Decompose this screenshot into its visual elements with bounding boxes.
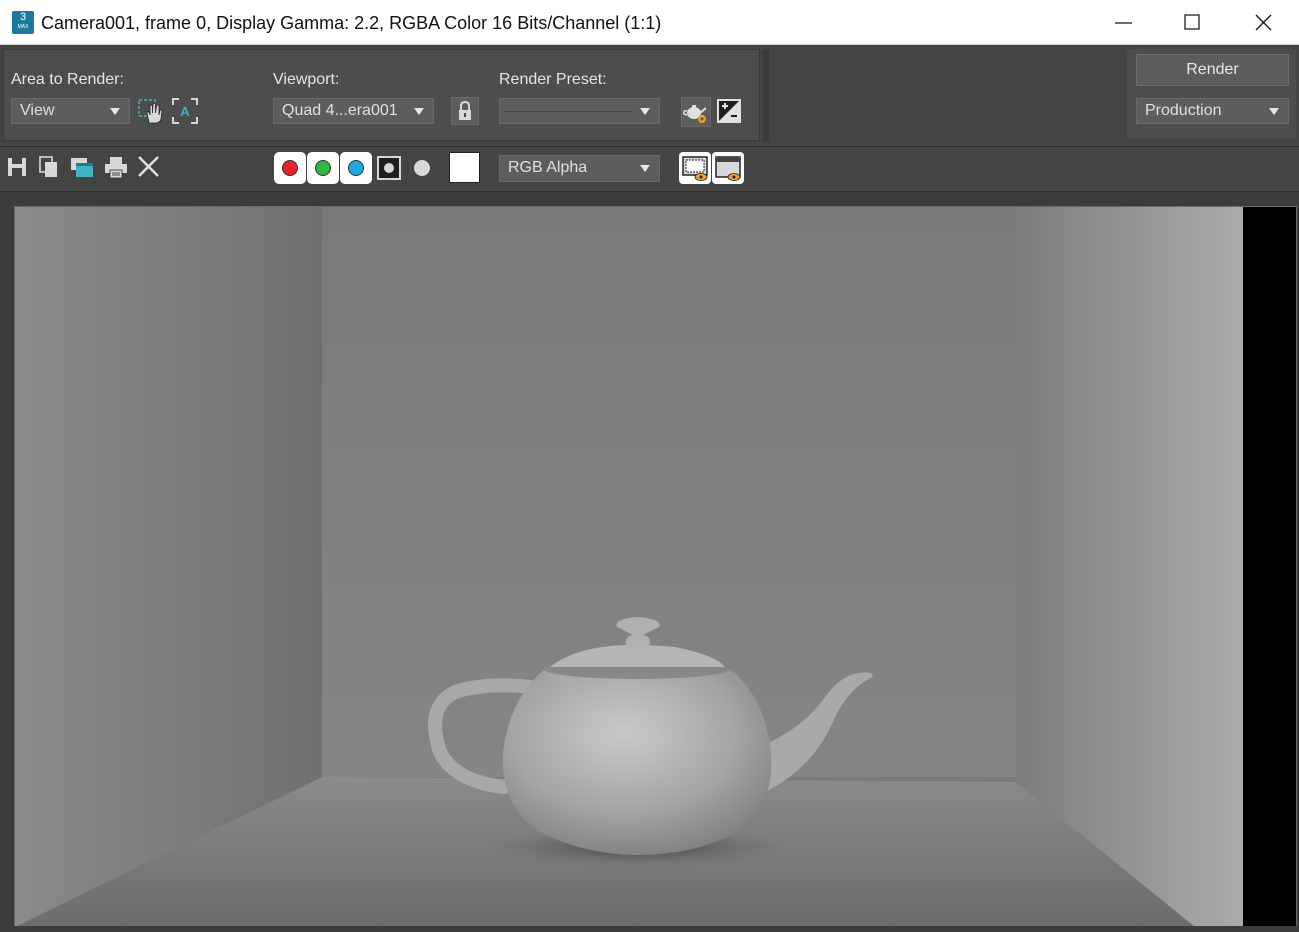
edit-region-hand-icon: [138, 99, 163, 124]
save-image-button[interactable]: [4, 154, 34, 184]
render-setup-button[interactable]: [681, 97, 711, 127]
chevron-down-icon: [110, 108, 120, 115]
close-window-button[interactable]: [1229, 0, 1299, 45]
green-channel-toggle[interactable]: [307, 152, 339, 184]
svg-text:A: A: [180, 104, 190, 119]
app-icon-sub: MAX: [17, 24, 29, 30]
blue-channel-toggle[interactable]: [340, 152, 372, 184]
chevron-down-icon: [640, 108, 650, 115]
monochrome-toggle[interactable]: [409, 154, 437, 182]
maximize-button[interactable]: [1158, 0, 1228, 45]
window-eye-icon: [715, 156, 741, 181]
rendered-teapot-image: [15, 207, 1296, 927]
minimize-icon: [1115, 22, 1132, 24]
auto-region-button[interactable]: A: [171, 97, 199, 125]
chevron-down-icon: [1269, 108, 1279, 115]
copy-icon: [39, 156, 57, 177]
clone-window-button[interactable]: [68, 154, 98, 184]
empty-preset-line: [504, 111, 631, 112]
chevron-down-icon: [640, 165, 650, 172]
red-channel-toggle[interactable]: [274, 152, 306, 184]
copy-image-button[interactable]: [36, 154, 66, 184]
toggle-ui-overlays-button[interactable]: [679, 152, 711, 184]
clear-color-swatch[interactable]: [449, 152, 480, 183]
chevron-down-icon: [414, 108, 424, 115]
render-options-group: [3, 49, 760, 141]
render-mode-value: Production: [1145, 102, 1222, 119]
channel-display-value: RGB Alpha: [508, 159, 588, 176]
app-icon-number: 3: [19, 11, 27, 23]
edit-region-button[interactable]: [137, 97, 165, 125]
lock-icon: [459, 100, 471, 120]
close-icon: [1255, 14, 1272, 31]
minimize-button[interactable]: [1089, 0, 1159, 45]
monochrome-dot-icon: [414, 160, 430, 176]
window-title: Camera001, frame 0, Display Gamma: 2.2, …: [41, 13, 662, 33]
printer-icon: [105, 157, 127, 179]
bottom-border: [0, 926, 1299, 931]
viewport-label: Viewport:: [273, 71, 340, 88]
print-image-button[interactable]: [102, 154, 132, 184]
blue-channel-icon: [348, 160, 364, 176]
maximize-icon: [1184, 14, 1200, 30]
area-to-render-value: View: [20, 102, 55, 119]
teapot-settings-icon: [683, 105, 707, 123]
viewport-dropdown[interactable]: Quad 4...era001: [273, 98, 434, 124]
channel-display-dropdown[interactable]: RGB Alpha: [499, 155, 660, 182]
exposure-icon: [717, 99, 741, 123]
clear-image-button[interactable]: [136, 154, 166, 184]
auto-region-icon: A: [172, 98, 198, 124]
lock-viewport-button[interactable]: [451, 97, 479, 125]
environment-exposure-button[interactable]: [716, 98, 742, 124]
render-preset-label: Render Preset:: [499, 71, 607, 88]
rendered-frame-viewport[interactable]: [14, 206, 1297, 928]
ui-overlay-icon: [682, 156, 708, 181]
alpha-channel-icon: [377, 156, 401, 180]
app-3dsmax-icon: 3 MAX: [12, 11, 34, 34]
green-channel-icon: [315, 160, 331, 176]
viewport-value: Quad 4...era001: [282, 102, 398, 119]
panel-divider: [763, 49, 769, 141]
clear-x-icon: [138, 156, 159, 177]
render-mode-dropdown[interactable]: Production: [1136, 98, 1289, 124]
clone-frame-window-icon: [71, 158, 93, 177]
area-to-render-dropdown[interactable]: View: [11, 98, 130, 124]
render-preset-dropdown[interactable]: [499, 98, 660, 124]
save-icon: [8, 158, 26, 176]
render-settings-panel: [0, 45, 1299, 146]
title-bar: 3 MAX Camera001, frame 0, Display Gamma:…: [0, 0, 1299, 45]
alpha-channel-toggle[interactable]: [375, 154, 403, 182]
area-to-render-label: Area to Render:: [11, 71, 124, 88]
red-channel-icon: [282, 160, 298, 176]
render-button[interactable]: Render: [1136, 54, 1289, 86]
toggle-ui-button[interactable]: [712, 152, 744, 184]
